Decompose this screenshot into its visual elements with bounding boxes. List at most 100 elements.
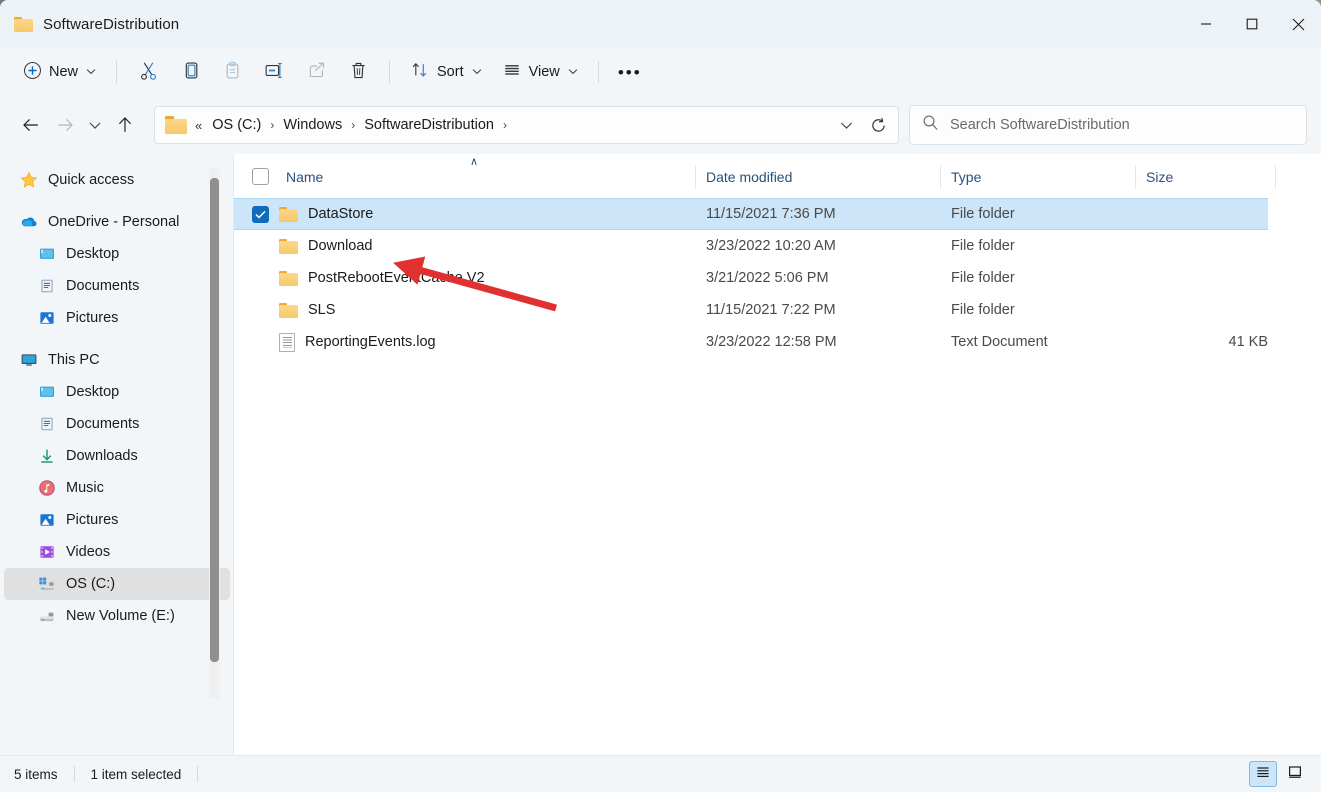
ellipsis-icon: ••• bbox=[618, 64, 642, 81]
rename-button[interactable] bbox=[254, 55, 294, 89]
sort-button[interactable]: Sort bbox=[401, 55, 491, 89]
sidebar-scrollbar[interactable] bbox=[209, 168, 220, 699]
sidebar-item-pictures[interactable]: Pictures bbox=[4, 504, 230, 536]
sidebar-item-downloads[interactable]: Downloads bbox=[4, 440, 230, 472]
share-button[interactable] bbox=[296, 55, 336, 89]
breadcrumb: « OS (C:) › Windows › SoftwareDistributi… bbox=[189, 114, 830, 136]
folder-icon bbox=[14, 17, 33, 32]
table-row-surface[interactable]: SLS 11/15/2021 7:22 PM File folder bbox=[234, 294, 1268, 326]
breadcrumb-separator-trailing[interactable]: › bbox=[500, 118, 510, 132]
breadcrumb-item-softwaredistribution[interactable]: SoftwareDistribution bbox=[358, 114, 500, 136]
breadcrumb-item-os-c[interactable]: OS (C:) bbox=[206, 114, 267, 136]
column-header-type[interactable]: Type bbox=[941, 156, 1136, 198]
cell-date-modified: 3/21/2022 5:06 PM bbox=[696, 270, 941, 286]
details-view-button[interactable] bbox=[1249, 761, 1277, 787]
documents-icon bbox=[38, 415, 56, 433]
address-dropdown-button[interactable] bbox=[830, 110, 862, 140]
sidebar-item-label: Pictures bbox=[66, 512, 118, 528]
sidebar-item-label: Quick access bbox=[48, 172, 134, 188]
cell-date-modified: 3/23/2022 12:58 PM bbox=[696, 334, 941, 350]
chevron-down-icon bbox=[472, 67, 482, 77]
close-button[interactable] bbox=[1275, 0, 1321, 48]
selection-count: 1 item selected bbox=[91, 767, 182, 782]
table-row-surface[interactable]: PostRebootEventCache.V2 3/21/2022 5:06 P… bbox=[234, 262, 1268, 294]
sidebar-item-new-volume-e[interactable]: New Volume (E:) bbox=[4, 600, 230, 632]
view-button-label: View bbox=[529, 64, 560, 80]
details-view-icon bbox=[1255, 764, 1271, 785]
file-list-pane: ∧ Name Date modified Type Size bbox=[234, 154, 1321, 755]
file-name: DataStore bbox=[308, 206, 373, 222]
documents-icon bbox=[38, 277, 56, 295]
row-checkbox-checked[interactable] bbox=[252, 206, 269, 223]
large-icons-view-icon bbox=[1287, 764, 1303, 785]
address-bar-row: « OS (C:) › Windows › SoftwareDistributi… bbox=[0, 96, 1321, 154]
file-name: Download bbox=[308, 238, 373, 254]
column-headers: ∧ Name Date modified Type Size bbox=[234, 156, 1321, 198]
table-row[interactable]: SLS 11/15/2021 7:22 PM File folder bbox=[234, 294, 1321, 326]
forward-button[interactable] bbox=[48, 108, 82, 142]
breadcrumb-bar[interactable]: « OS (C:) › Windows › SoftwareDistributi… bbox=[154, 106, 899, 144]
delete-button[interactable] bbox=[338, 55, 378, 89]
sidebar-item-videos[interactable]: Videos bbox=[4, 536, 230, 568]
view-button[interactable]: View bbox=[493, 55, 587, 89]
search-input[interactable]: Search SoftwareDistribution bbox=[950, 117, 1130, 133]
table-row-surface[interactable]: ReportingEvents.log 3/23/2022 12:58 PM T… bbox=[234, 326, 1268, 358]
sidebar-item-onedrive-documents[interactable]: Documents bbox=[4, 270, 230, 302]
sidebar-item-music[interactable]: Music bbox=[4, 472, 230, 504]
sidebar-item-this-pc[interactable]: This PC bbox=[4, 344, 230, 376]
breadcrumb-separator[interactable]: › bbox=[348, 118, 358, 132]
cell-name: DataStore bbox=[234, 206, 696, 223]
music-note-icon bbox=[38, 479, 56, 497]
plus-circle-icon bbox=[23, 61, 42, 84]
title-bar: SoftwareDistribution bbox=[0, 0, 1321, 48]
sort-button-label: Sort bbox=[437, 64, 464, 80]
view-toggle-group bbox=[1249, 761, 1309, 787]
sidebar-item-onedrive-desktop[interactable]: Desktop bbox=[4, 238, 230, 270]
minimize-button[interactable] bbox=[1183, 0, 1229, 48]
table-row[interactable]: DataStore 11/15/2021 7:36 PM File folder bbox=[234, 198, 1321, 230]
search-box[interactable]: Search SoftwareDistribution bbox=[909, 105, 1307, 145]
table-row[interactable]: PostRebootEventCache.V2 3/21/2022 5:06 P… bbox=[234, 262, 1321, 294]
file-name: ReportingEvents.log bbox=[305, 334, 436, 350]
more-options-button[interactable]: ••• bbox=[610, 55, 650, 89]
paste-button[interactable] bbox=[212, 55, 252, 89]
new-button[interactable]: New bbox=[14, 55, 105, 89]
sidebar-item-label: Desktop bbox=[66, 384, 119, 400]
column-header-size[interactable]: Size bbox=[1136, 156, 1276, 198]
back-button[interactable] bbox=[14, 108, 48, 142]
large-icons-view-button[interactable] bbox=[1281, 761, 1309, 787]
scissors-icon bbox=[138, 60, 159, 85]
breadcrumb-overflow-icon[interactable]: « bbox=[189, 118, 206, 133]
sidebar-item-onedrive-personal[interactable]: OneDrive - Personal bbox=[4, 206, 230, 238]
up-button[interactable] bbox=[108, 108, 142, 142]
maximize-button[interactable] bbox=[1229, 0, 1275, 48]
table-row[interactable]: ReportingEvents.log 3/23/2022 12:58 PM T… bbox=[234, 326, 1321, 358]
table-row-surface[interactable]: Download 3/23/2022 10:20 AM File folder bbox=[234, 230, 1268, 262]
cell-size: 41 KB bbox=[1136, 334, 1268, 350]
command-bar: New bbox=[0, 48, 1321, 96]
recent-locations-button[interactable] bbox=[82, 108, 108, 142]
monitor-icon bbox=[20, 351, 38, 369]
cell-type: Text Document bbox=[941, 334, 1136, 350]
table-row-selected-surface[interactable]: DataStore 11/15/2021 7:36 PM File folder bbox=[234, 198, 1268, 230]
column-header-date-modified[interactable]: Date modified bbox=[696, 156, 941, 198]
toolbar-divider-3 bbox=[598, 61, 599, 83]
breadcrumb-separator[interactable]: › bbox=[267, 118, 277, 132]
sidebar-scrollbar-thumb[interactable] bbox=[210, 178, 219, 662]
breadcrumb-item-windows[interactable]: Windows bbox=[277, 114, 348, 136]
sidebar-item-label: Documents bbox=[66, 416, 139, 432]
column-divider[interactable] bbox=[1275, 165, 1276, 189]
sidebar-item-documents[interactable]: Documents bbox=[4, 408, 230, 440]
refresh-button[interactable] bbox=[862, 110, 894, 140]
column-header-name[interactable]: Name bbox=[234, 156, 696, 198]
cell-date-modified: 3/23/2022 10:20 AM bbox=[696, 238, 941, 254]
copy-button[interactable] bbox=[170, 55, 210, 89]
sidebar-item-quick-access[interactable]: Quick access bbox=[4, 164, 230, 196]
table-row[interactable]: Download 3/23/2022 10:20 AM File folder bbox=[234, 230, 1321, 262]
sidebar-item-os-c[interactable]: OS (C:) bbox=[4, 568, 230, 600]
toolbar-divider bbox=[116, 61, 117, 83]
sidebar-item-desktop[interactable]: Desktop bbox=[4, 376, 230, 408]
cut-button[interactable] bbox=[128, 55, 168, 89]
sidebar-item-onedrive-pictures[interactable]: Pictures bbox=[4, 302, 230, 334]
cell-date-modified: 11/15/2021 7:22 PM bbox=[696, 302, 941, 318]
